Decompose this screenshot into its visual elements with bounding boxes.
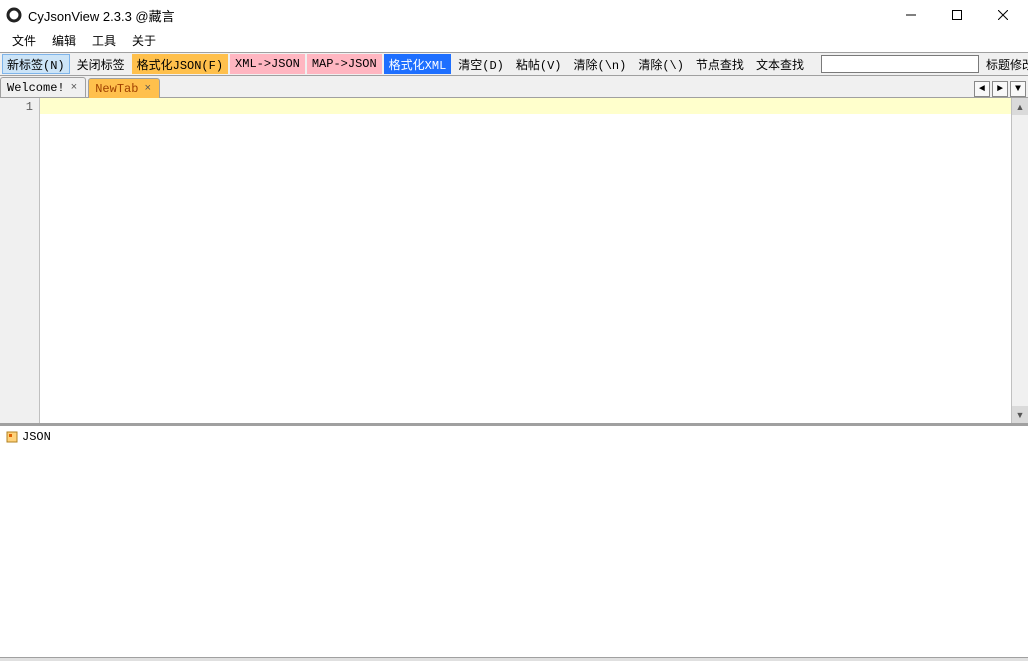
text-editor[interactable] (40, 98, 1011, 423)
maximize-button[interactable] (934, 0, 980, 30)
search-input[interactable] (821, 55, 979, 73)
editor-line (40, 98, 1011, 114)
tab-label: NewTab (95, 82, 138, 96)
tab-label: Welcome! (7, 81, 65, 95)
toolbar: 新标签(N) 关闭标签 格式化JSON(F) XML->JSON MAP->JS… (0, 52, 1028, 76)
titlebar: CyJsonView 2.3.3 @藏言 (0, 0, 1028, 30)
tab-dropdown-button[interactable]: ▼ (1010, 81, 1026, 97)
paste-button[interactable]: 粘帖(V) (511, 54, 567, 74)
menu-tools[interactable]: 工具 (84, 30, 124, 51)
clear-slash-button[interactable]: 清除(\) (633, 54, 689, 74)
scroll-up-icon[interactable]: ▲ (1012, 98, 1028, 115)
menu-about[interactable]: 关于 (124, 30, 164, 51)
text-find-button[interactable]: 文本查找 (751, 54, 809, 74)
tree-root-node[interactable]: JSON (6, 430, 51, 444)
format-xml-button[interactable]: 格式化XML (384, 54, 452, 74)
line-gutter: 1 (0, 98, 40, 423)
clear-n-button[interactable]: 清除(\n) (569, 54, 632, 74)
new-tab-button[interactable]: 新标签(N) (2, 54, 70, 74)
statusbar (0, 657, 1028, 661)
tab-nav: ◄ ► ▼ (974, 81, 1028, 97)
tab-newtab[interactable]: NewTab × (88, 78, 160, 98)
vertical-scrollbar[interactable]: ▲ ▼ (1011, 98, 1028, 423)
tab-welcome[interactable]: Welcome! × (0, 77, 86, 97)
tabbar: Welcome! × NewTab × ◄ ► ▼ (0, 76, 1028, 98)
map-to-json-button[interactable]: MAP->JSON (307, 54, 382, 74)
line-number: 1 (0, 100, 33, 114)
editor-area: 1 ▲ ▼ (0, 98, 1028, 426)
node-find-button[interactable]: 节点查找 (691, 54, 749, 74)
scroll-down-icon[interactable]: ▼ (1012, 406, 1028, 423)
tree-root-label: JSON (22, 430, 51, 444)
close-tab-button[interactable]: 关闭标签 (72, 54, 130, 74)
window-title: CyJsonView 2.3.3 @藏言 (28, 6, 175, 25)
close-tab-icon[interactable]: × (142, 83, 153, 95)
menu-edit[interactable]: 编辑 (44, 30, 84, 51)
clear-d-button[interactable]: 清空(D) (453, 54, 509, 74)
title-edit-button[interactable]: 标题修改 (981, 54, 1028, 74)
json-node-icon (6, 431, 18, 443)
menu-file[interactable]: 文件 (4, 30, 44, 51)
close-button[interactable] (980, 0, 1026, 30)
close-tab-icon[interactable]: × (69, 82, 80, 94)
menubar: 文件 编辑 工具 关于 (0, 30, 1028, 52)
window-controls (888, 0, 1026, 30)
xml-to-json-button[interactable]: XML->JSON (230, 54, 305, 74)
format-json-button[interactable]: 格式化JSON(F) (132, 54, 228, 74)
tree-panel: JSON (0, 426, 1028, 657)
tab-prev-button[interactable]: ◄ (974, 81, 990, 97)
tab-next-button[interactable]: ► (992, 81, 1008, 97)
minimize-button[interactable] (888, 0, 934, 30)
app-icon (6, 7, 22, 23)
